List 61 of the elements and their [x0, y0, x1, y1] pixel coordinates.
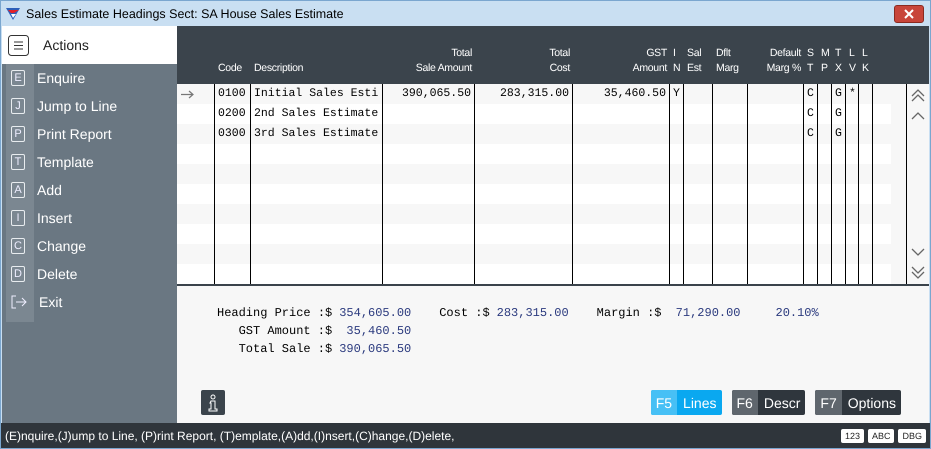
sidebar-item[interactable]: I Insert: [6, 204, 177, 232]
scroll-bottom-icon[interactable]: [910, 264, 926, 280]
key-icon: T: [11, 154, 25, 170]
key-icon: J: [11, 98, 25, 114]
summary-label: Heading Price :$: [217, 306, 332, 320]
sidebar-item[interactable]: C Change: [6, 232, 177, 260]
status-badge: DBG: [898, 428, 926, 442]
close-button[interactable]: [894, 4, 924, 22]
scroll-top-icon[interactable]: [910, 88, 926, 104]
column-header: M P: [820, 46, 830, 76]
sidebar-item[interactable]: T Template: [6, 148, 177, 176]
close-icon: [904, 8, 914, 18]
sidebar-item[interactable]: A Add: [6, 176, 177, 204]
key-icon: C: [11, 238, 25, 254]
summary-value: 35,460.50: [345, 324, 412, 338]
info-button[interactable]: [201, 390, 225, 415]
status-badge: ABC: [868, 428, 894, 442]
window-title: Sales Estimate Headings Sect: SA House Sales Estimate: [26, 6, 345, 20]
sidebar-item[interactable]: P Print Report: [6, 120, 177, 148]
logo-icon: [5, 6, 21, 20]
key-icon: P: [11, 126, 25, 142]
exit-icon: [11, 295, 27, 309]
column-header: Sal Est: [686, 46, 702, 76]
sidebar-title: Actions: [43, 37, 89, 53]
key-icon: I: [11, 210, 25, 226]
column-header: L K: [861, 46, 870, 76]
function-key-button[interactable]: F7 Options: [815, 390, 901, 415]
summary-label: Margin :$: [596, 306, 662, 320]
sidebar-item[interactable]: D Delete: [6, 260, 177, 288]
column-header: Code: [217, 61, 243, 76]
sidebar-item[interactable]: Exit: [6, 288, 177, 316]
summary-value: 354,605.00: [339, 306, 412, 320]
column-header: S T: [806, 46, 815, 76]
column-header: Total Sale Amount: [414, 46, 474, 76]
key-icon: A: [11, 182, 25, 198]
status-badge: 123: [840, 428, 864, 442]
summary-value: 71,290.00: [674, 306, 740, 320]
menu-icon[interactable]: [8, 34, 29, 56]
column-header: T X: [834, 46, 843, 76]
summary-value: 283,315.00: [496, 306, 569, 320]
key-icon: D: [11, 266, 25, 282]
column-header: Description: [253, 61, 304, 76]
table-row[interactable]: 0200 2nd Sales Estimate C G: [177, 104, 891, 124]
summary-label: Total Sale :$: [238, 342, 332, 356]
summary-value: 390,065.50: [339, 342, 412, 356]
column-header: GST Amount: [632, 46, 668, 76]
column-header: L V: [848, 46, 857, 76]
column-header: Total Cost: [548, 46, 572, 76]
summary-label: GST Amount :$: [238, 324, 332, 338]
column-header: I N: [672, 46, 682, 76]
column-header: Default Marg %: [766, 46, 802, 76]
summary-value: 20.10%: [776, 306, 819, 320]
column-header: Dflt Marg: [715, 46, 740, 76]
summary-label: Cost :$: [439, 306, 490, 320]
info-icon: [208, 394, 218, 412]
function-key-button[interactable]: F6 Descr: [732, 390, 806, 415]
sidebar-item[interactable]: E Enquire: [6, 64, 177, 92]
function-key-button[interactable]: F5 Lines: [650, 390, 722, 415]
sidebar-item[interactable]: J Jump to Line: [6, 92, 177, 120]
status-text: (E)nquire,(J)ump to Line, (P)rint Report, (T)emplate,(A)dd,(I)nsert,(C)hange,(D)elete,: [5, 428, 456, 442]
key-icon: E: [11, 70, 25, 86]
